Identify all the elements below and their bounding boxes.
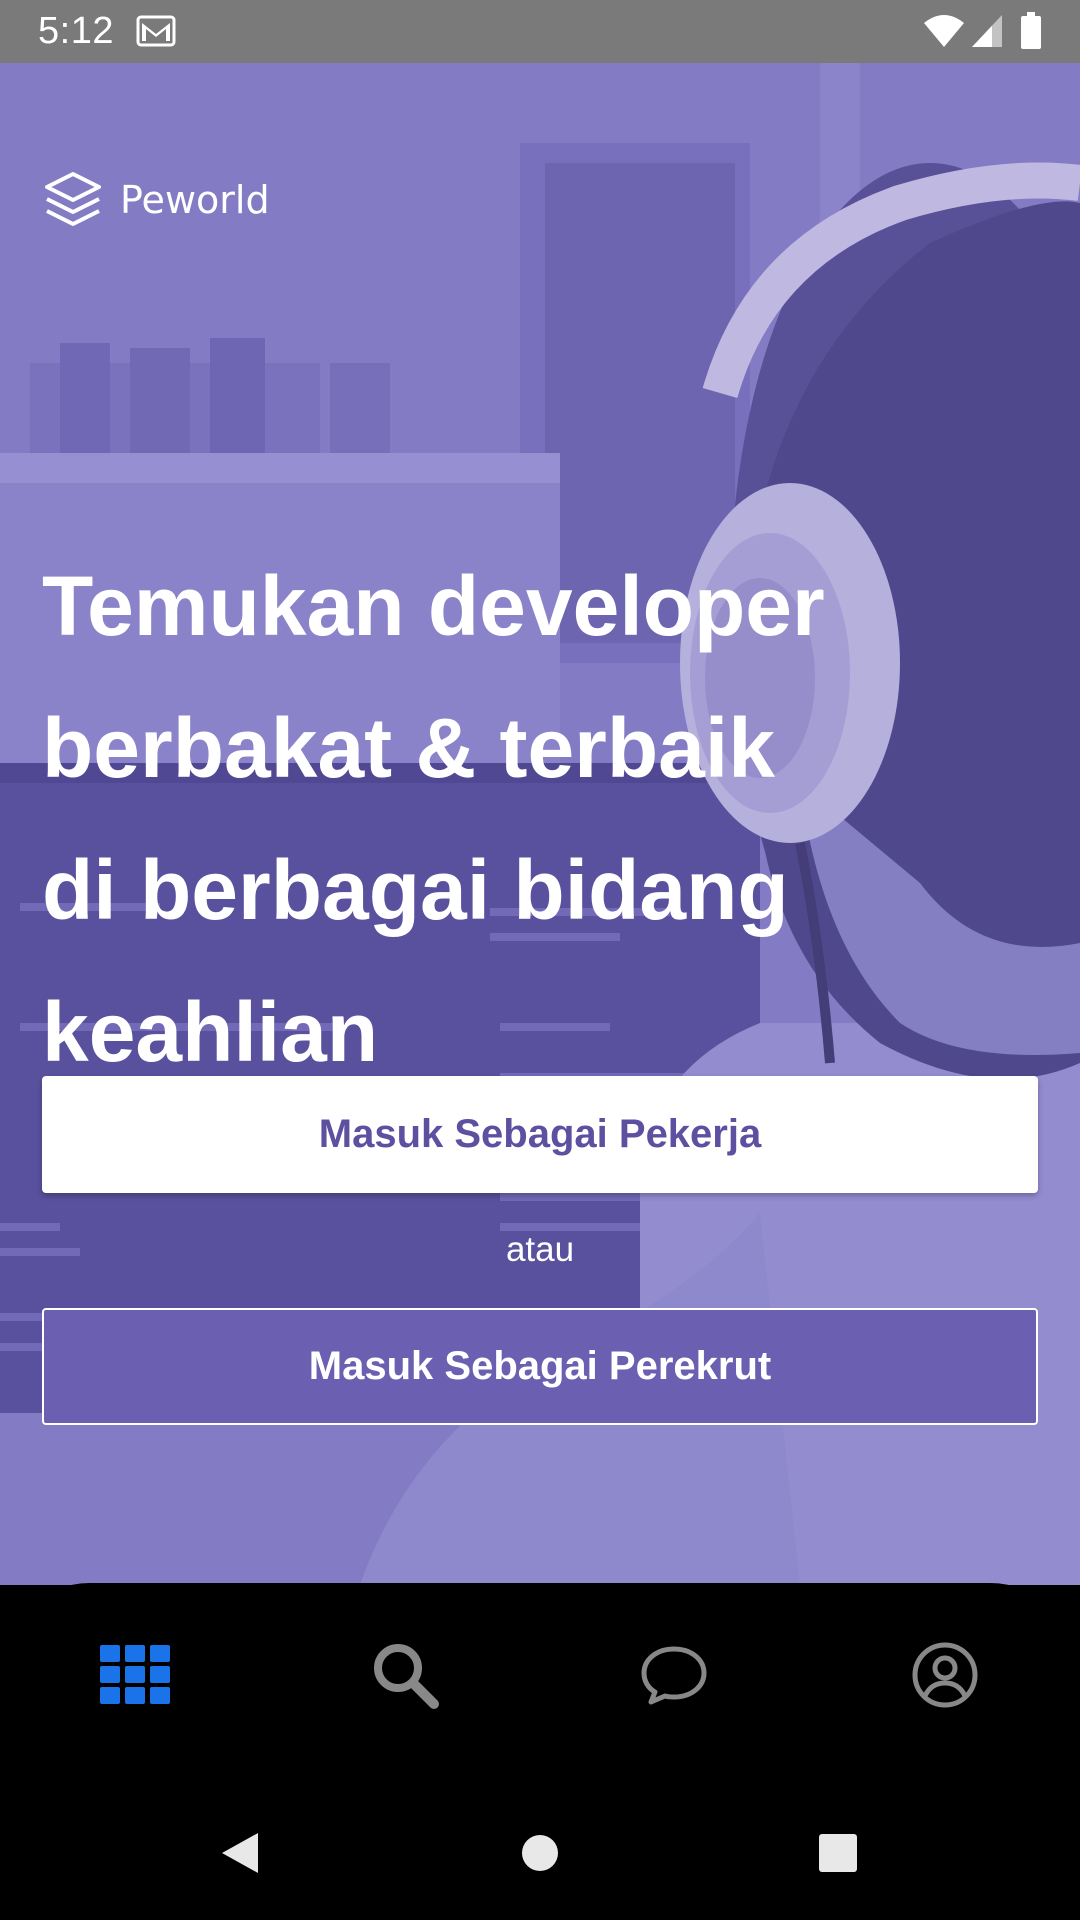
back-triangle-icon <box>222 1833 258 1873</box>
brand-name: Peworld <box>120 178 270 222</box>
wifi-icon <box>924 15 964 47</box>
profile-icon <box>912 1642 978 1708</box>
chat-icon <box>641 1646 707 1705</box>
layers-icon <box>45 172 101 226</box>
hero-headline: Temukan developer berbakat & terbaik di … <box>42 535 1042 1103</box>
login-recruiter-button[interactable]: Masuk Sebagai Perekrut <box>42 1308 1038 1425</box>
recents-square-icon <box>819 1834 857 1872</box>
headline-line: di berbagai bidang <box>42 843 789 937</box>
separator-text: atau <box>505 1230 575 1269</box>
system-recents-button[interactable] <box>798 1813 878 1893</box>
system-home-button[interactable] <box>500 1813 580 1893</box>
hero-section: Peworld Temukan developer berbakat & ter… <box>0 63 1080 1585</box>
brand: Peworld <box>42 169 270 231</box>
nav-search-button[interactable] <box>365 1635 445 1715</box>
nav-profile-button[interactable] <box>905 1635 985 1715</box>
battery-icon <box>1021 12 1041 49</box>
status-time: 5:12 <box>38 10 114 52</box>
bottom-navigation <box>0 1583 1080 1783</box>
grid-icon <box>100 1645 170 1704</box>
headline-line: berbakat & terbaik <box>42 701 775 795</box>
nav-chat-button[interactable] <box>634 1635 714 1715</box>
home-circle-icon <box>522 1835 558 1871</box>
search-icon <box>374 1644 439 1709</box>
system-navigation-bar <box>0 1783 1080 1920</box>
headline-line: Temukan developer <box>42 559 825 653</box>
nav-home-button[interactable] <box>95 1635 175 1715</box>
screen: 5:12 Peworld Temukan developer berbakat … <box>0 0 1080 1920</box>
system-back-button[interactable] <box>200 1813 280 1893</box>
status-bar: 5:12 <box>0 0 1080 63</box>
login-worker-button[interactable]: Masuk Sebagai Pekerja <box>42 1076 1038 1193</box>
signal-icon <box>972 15 1002 47</box>
gmail-icon <box>136 15 176 47</box>
